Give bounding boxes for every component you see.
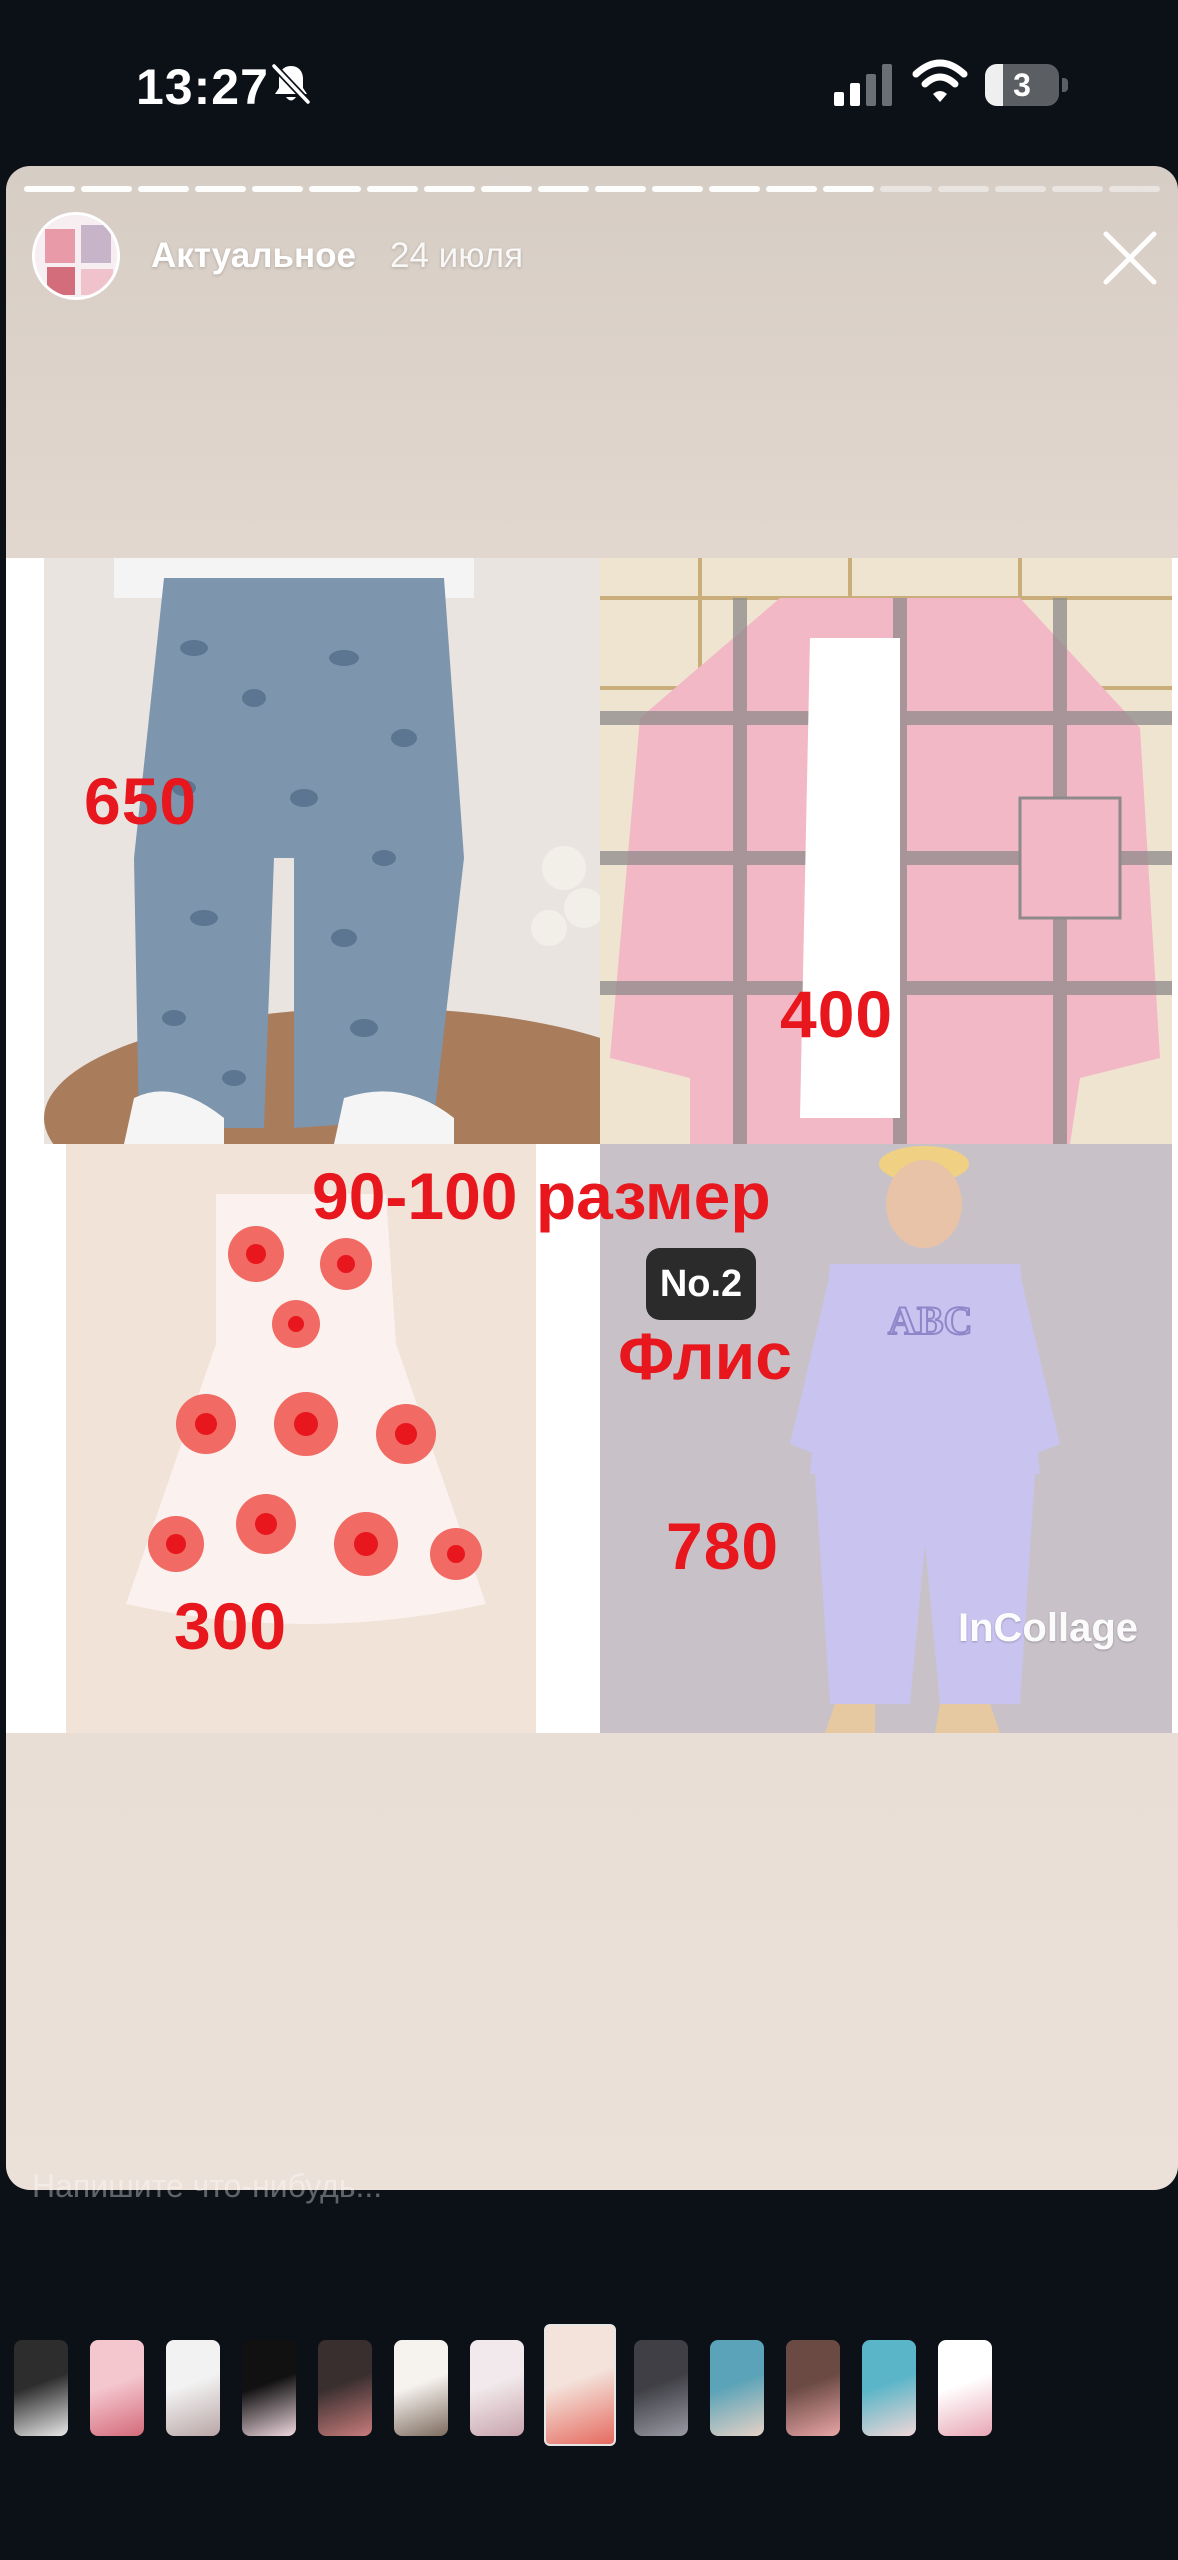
progress-segment — [195, 186, 247, 192]
incollage-watermark: InCollage — [958, 1606, 1139, 1650]
number-badge: No.2 — [646, 1248, 756, 1320]
highlight-thumbnail[interactable] — [786, 2340, 840, 2436]
progress-segment — [994, 186, 1046, 192]
progress-segment — [423, 186, 475, 192]
highlight-thumbnail[interactable] — [470, 2340, 524, 2436]
progress-segment — [24, 186, 76, 192]
highlight-thumbnail[interactable] — [544, 2324, 616, 2446]
progress-segment — [880, 186, 932, 192]
signal-icon — [834, 64, 892, 106]
progress-segment — [652, 186, 704, 192]
jeans-photo — [44, 558, 600, 1144]
clock: 13:27 — [136, 59, 269, 115]
story-highlight-title[interactable]: Актуальное — [151, 236, 356, 276]
story-viewer[interactable]: Актуальное 24 июля ABC 650 400 300 780 9… — [6, 166, 1178, 2190]
progress-segment — [1108, 186, 1160, 192]
status-bar: 13:27 3 — [0, 0, 1178, 170]
highlight-thumbnail[interactable] — [862, 2340, 916, 2436]
hoodie-print: ABC — [888, 1298, 972, 1343]
progress-segment — [823, 186, 875, 192]
highlight-thumbnail[interactable] — [318, 2340, 372, 2436]
progress-segment — [252, 186, 304, 192]
avatar[interactable] — [32, 212, 120, 300]
story-date: 24 июля — [390, 236, 524, 275]
progress-segment — [937, 186, 989, 192]
highlight-thumbnail[interactable] — [710, 2340, 764, 2436]
progress-segment — [480, 186, 532, 192]
plaid-shirt-photo — [600, 558, 1172, 1144]
highlight-thumbnail[interactable] — [90, 2340, 144, 2436]
size-label: 90-100 размер — [312, 1159, 771, 1233]
story-progress-bar — [24, 186, 1160, 192]
dress-price: 300 — [174, 1589, 288, 1663]
progress-segment — [594, 186, 647, 192]
shirt-price: 400 — [780, 977, 894, 1051]
progress-segment — [138, 186, 190, 192]
progress-segment — [709, 186, 761, 192]
battery-icon: 3 — [985, 64, 1069, 108]
product-collage: ABC 650 400 300 780 90-100 размер No.2 Ф… — [6, 558, 1178, 1733]
battery-level: 3 — [1013, 67, 1031, 103]
progress-segment — [81, 186, 133, 192]
highlight-thumbnail[interactable] — [166, 2340, 220, 2436]
progress-segment — [1051, 186, 1103, 192]
tracksuit-price: 780 — [666, 1509, 780, 1583]
jeans-price: 650 — [84, 764, 198, 838]
progress-segment — [309, 186, 361, 192]
progress-segment — [766, 186, 818, 192]
highlight-thumbnail[interactable] — [938, 2340, 992, 2436]
progress-segment — [366, 186, 418, 192]
reply-input[interactable]: Напишите что-нибудь... — [32, 2168, 382, 2205]
wifi-icon — [912, 59, 968, 102]
bell-slash-icon — [271, 63, 311, 105]
highlight-thumbnail[interactable] — [14, 2340, 68, 2436]
highlight-thumbnail[interactable] — [634, 2340, 688, 2436]
highlight-thumbnail[interactable] — [394, 2340, 448, 2436]
highlight-thumbnail[interactable] — [242, 2340, 296, 2436]
material-label: Флис — [618, 1319, 792, 1393]
close-icon[interactable] — [1098, 226, 1162, 290]
progress-segment — [537, 186, 589, 192]
